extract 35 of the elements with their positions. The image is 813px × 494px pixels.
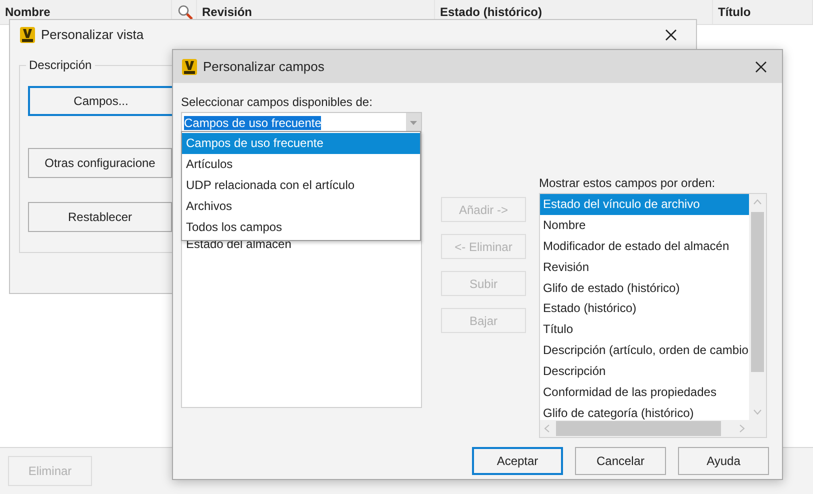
dropdown-option[interactable]: Todos los campos [182,217,420,238]
window-title: Personalizar campos [203,59,326,74]
group-label: Descripción [26,58,95,72]
window-title: Personalizar vista [41,27,145,42]
reset-button[interactable]: Restablecer [28,202,172,232]
field-source-dropdown[interactable]: Campos de uso frecuente [181,112,422,133]
dropdown-option[interactable]: Archivos [182,196,420,217]
dropdown-option[interactable]: UDP relacionada con el artículo [182,175,420,196]
fields-button[interactable]: Campos... [28,86,172,116]
dropdown-arrow-icon [410,120,417,124]
list-item[interactable]: Conformidad de las propiedades [540,382,749,403]
list-item[interactable]: Revisión [540,256,749,278]
app-logo-icon [20,26,35,42]
list-item[interactable]: Glifo de categoría (histórico) [540,402,749,420]
column-header[interactable]: Título [713,0,813,24]
list-item[interactable]: Descripción [540,361,749,382]
list-item[interactable]: Estado (histórico) [540,298,749,320]
list-item[interactable]: Título [540,319,749,340]
other-settings-button[interactable]: Otras configuracione [28,148,172,178]
list-item[interactable]: Glifo de estado (histórico) [540,278,749,298]
cancel-button[interactable]: Cancelar [575,447,666,475]
list-item[interactable]: Descripción (artículo, orden de cambio [540,340,749,362]
field-source-label: Seleccionar campos disponibles de: [181,94,374,111]
dropdown-option[interactable]: Campos de uso frecuente [182,133,420,154]
vertical-scrollbar[interactable] [749,194,766,420]
help-button[interactable]: Ayuda [678,447,769,475]
list-item[interactable]: Nombre [540,214,749,236]
dropdown-option[interactable]: Artículos [182,154,420,175]
dropdown-value: Campos de uso frecuente [184,116,322,130]
list-item[interactable]: Modificador de estado del almacén [540,236,749,257]
list-item[interactable]: Estado del vínculo de archivo [540,194,749,215]
app-logo-icon [182,58,197,74]
ok-button[interactable]: Aceptar [472,447,563,475]
field-order-label: Mostrar estos campos por orden: [539,176,716,192]
horizontal-scrollbar[interactable] [540,420,749,437]
